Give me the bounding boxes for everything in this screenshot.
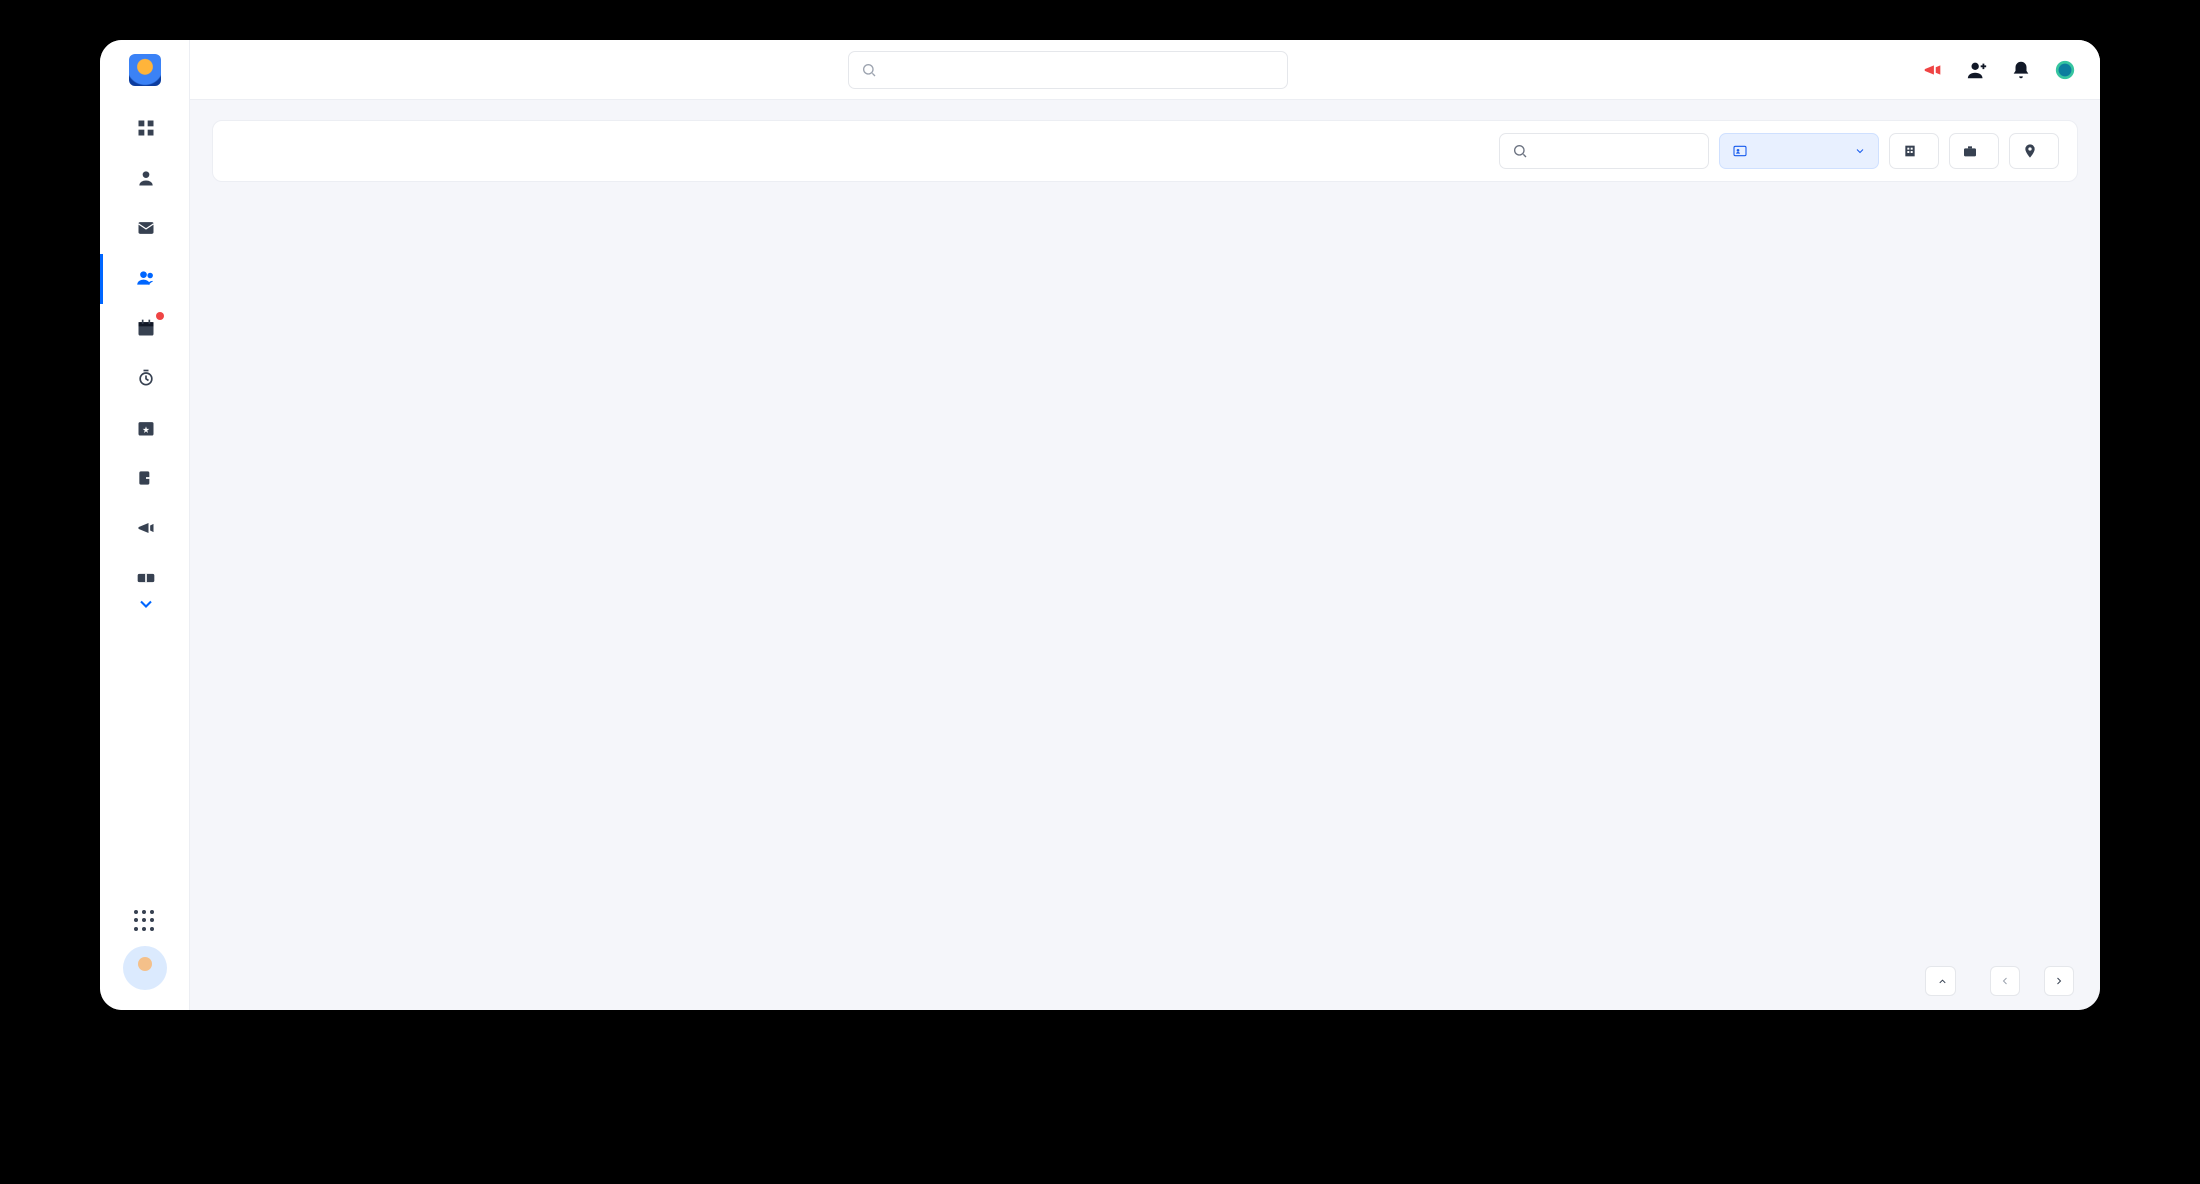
sidebar-item-inbox[interactable] bbox=[100, 204, 190, 254]
sidebar-item-overtime[interactable] bbox=[100, 354, 190, 404]
brand-logo bbox=[129, 54, 161, 86]
list-search[interactable] bbox=[1499, 133, 1709, 169]
help-button[interactable] bbox=[2054, 59, 2076, 81]
filter-department[interactable] bbox=[1889, 133, 1939, 169]
list-search-input[interactable] bbox=[1536, 144, 1696, 159]
help-icon bbox=[2054, 59, 2076, 81]
sidebar-item-attendance[interactable] bbox=[100, 304, 190, 354]
page-next[interactable] bbox=[2044, 966, 2074, 996]
user-card-icon bbox=[1732, 143, 1748, 159]
main-area bbox=[190, 40, 2100, 1010]
filter-job-title[interactable] bbox=[1949, 133, 1999, 169]
notifications-button[interactable] bbox=[2010, 59, 2032, 81]
topbar-actions bbox=[1922, 59, 2076, 81]
page-prev[interactable] bbox=[1990, 966, 2020, 996]
sidebar-item-holidays[interactable] bbox=[100, 404, 190, 454]
megaphone-icon bbox=[136, 518, 156, 538]
user-icon bbox=[136, 168, 156, 188]
topbar bbox=[190, 40, 2100, 100]
briefcase-icon bbox=[1962, 143, 1978, 159]
sidebar bbox=[100, 40, 190, 1010]
chevron-right-icon bbox=[2053, 975, 2065, 987]
content bbox=[190, 100, 2100, 1010]
building-icon bbox=[1902, 143, 1918, 159]
list-toolbar bbox=[212, 120, 2078, 182]
user-plus-icon bbox=[1966, 59, 1988, 81]
list-footer bbox=[212, 950, 2078, 996]
chevron-left-icon bbox=[1999, 975, 2011, 987]
more-apps-button[interactable] bbox=[134, 910, 156, 932]
exit-icon bbox=[136, 468, 156, 488]
chevron-down-icon bbox=[136, 594, 156, 614]
users-icon bbox=[136, 268, 156, 288]
ticket-icon bbox=[136, 568, 156, 588]
megaphone-icon bbox=[1922, 59, 1944, 81]
announcement-button[interactable] bbox=[1922, 59, 1944, 81]
calendar-icon bbox=[136, 318, 156, 338]
search-icon bbox=[1512, 143, 1528, 159]
sidebar-item-leave[interactable] bbox=[100, 454, 190, 504]
sidebar-item-profile[interactable] bbox=[100, 154, 190, 204]
mail-icon bbox=[136, 218, 156, 238]
section-letter bbox=[212, 182, 2078, 202]
global-search-input[interactable] bbox=[885, 62, 1275, 77]
entries-selector[interactable] bbox=[1925, 966, 1956, 996]
pin-icon bbox=[2022, 143, 2038, 159]
sidebar-item-social[interactable] bbox=[100, 504, 190, 554]
bell-icon bbox=[2010, 59, 2032, 81]
notification-dot bbox=[156, 312, 164, 320]
search-icon bbox=[861, 62, 877, 78]
app-window bbox=[100, 40, 2100, 1010]
grid-icon bbox=[136, 118, 156, 138]
chevron-up-icon bbox=[1937, 976, 1948, 987]
sort-dropdown[interactable] bbox=[1719, 133, 1879, 169]
global-search[interactable] bbox=[848, 51, 1288, 89]
current-user-avatar[interactable] bbox=[123, 946, 167, 990]
filter-location[interactable] bbox=[2009, 133, 2059, 169]
add-user-button[interactable] bbox=[1966, 59, 1988, 81]
sidebar-item-tickets[interactable] bbox=[100, 554, 190, 630]
chevron-down-icon bbox=[1854, 145, 1866, 157]
sidebar-item-employee[interactable] bbox=[100, 254, 190, 304]
calendar-star-icon bbox=[136, 418, 156, 438]
clock-icon bbox=[136, 368, 156, 388]
sidebar-item-dashboard[interactable] bbox=[100, 104, 190, 154]
